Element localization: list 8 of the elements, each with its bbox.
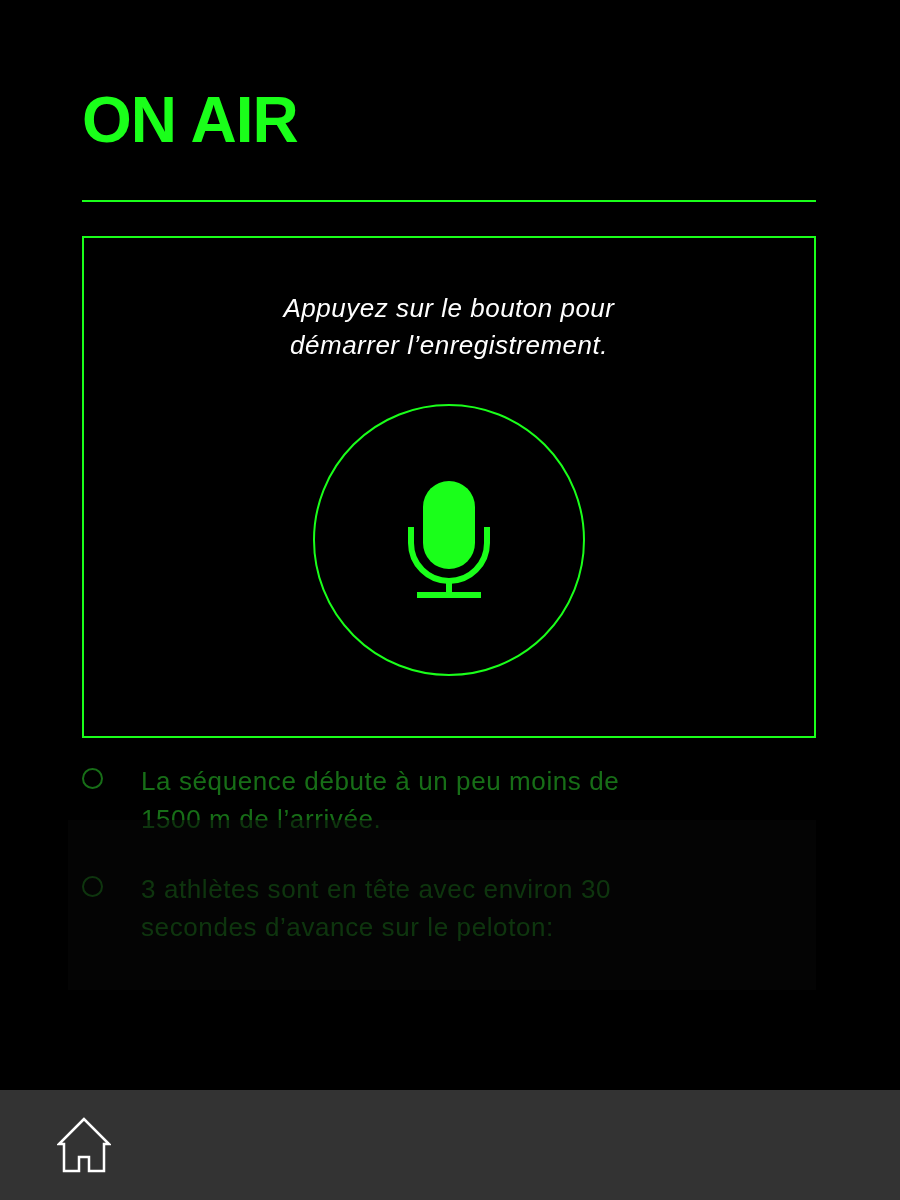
radio-button[interactable] bbox=[82, 768, 103, 789]
page-title: ON AIR bbox=[82, 83, 299, 158]
home-button[interactable] bbox=[57, 1117, 111, 1173]
microphone-icon bbox=[407, 481, 491, 599]
home-icon bbox=[57, 1117, 111, 1173]
radio-button[interactable] bbox=[82, 876, 103, 897]
option-text: La séquence débute à un peu moins de 1500 m de l’arrivée. bbox=[141, 765, 621, 836]
instruction-text: Appuyez sur le bouton pour démarrer l’enregistrement. bbox=[281, 292, 616, 362]
